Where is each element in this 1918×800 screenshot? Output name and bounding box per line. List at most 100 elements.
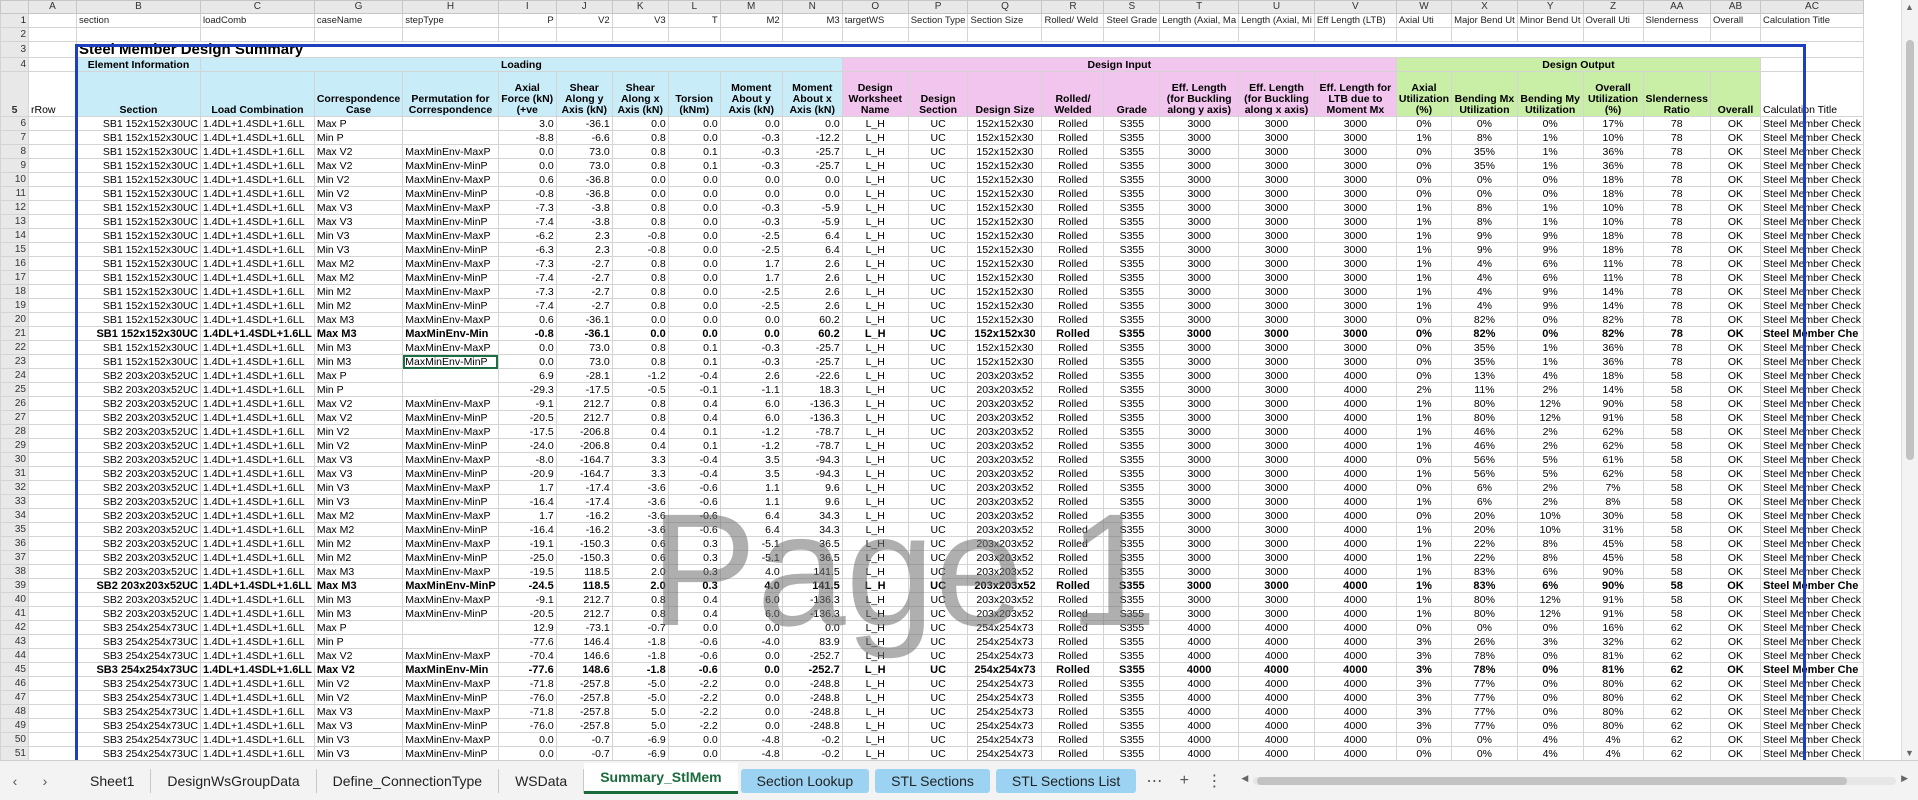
empty-cell[interactable] [28,130,77,145]
data-cell[interactable]: 62% [1582,424,1644,439]
data-cell[interactable]: 0.0 [667,172,721,187]
data-cell[interactable]: MaxMinEnv-MinP [402,214,499,229]
data-cell[interactable]: 58 [1642,606,1711,621]
data-cell[interactable]: 18.3 [781,382,843,397]
empty-cell[interactable] [28,116,77,131]
data-cell[interactable]: -0.6 [667,480,721,495]
data-cell[interactable]: UC [907,634,969,649]
data-cell[interactable]: 1.4DL+1.4SDL+1.6LL [200,130,315,145]
column-header[interactable]: J [555,0,613,14]
data-cell[interactable]: 13% [1451,368,1518,383]
data-cell[interactable]: S355 [1103,410,1161,425]
empty-cell[interactable] [402,27,499,42]
data-cell[interactable]: OK [1709,130,1761,145]
row-header[interactable]: 1 [0,13,29,28]
data-cell[interactable]: 0.0 [719,662,783,677]
data-cell[interactable]: 0% [1516,116,1584,131]
data-cell[interactable]: 3000 [1238,340,1315,355]
data-cell[interactable]: Steel Member Check [1759,550,1865,565]
data-cell[interactable]: -17.5 [555,382,613,397]
table-row[interactable]: 27 SB2 203x203x52UC 1.4DL+1.4SDL+1.6LL Max … [0,410,1865,425]
data-cell[interactable]: 0.0 [667,270,721,285]
data-cell[interactable]: 0.0 [611,326,669,341]
data-cell[interactable]: 62 [1642,732,1711,747]
data-cell[interactable]: 9% [1451,228,1518,243]
data-cell[interactable]: Steel Member Check [1759,620,1865,635]
data-cell[interactable]: -136.3 [781,606,843,621]
data-cell[interactable]: 1.4DL+1.4SDL+1.6LL [200,662,315,677]
table-row[interactable]: 9 SB1 152x152x30UC 1.4DL+1.4SDL+1.6LL Max V… [0,158,1865,173]
data-cell[interactable]: 1.4DL+1.4SDL+1.6LL [200,634,315,649]
data-cell[interactable]: UC [907,186,969,201]
data-cell[interactable]: Steel Member Check [1759,606,1865,621]
data-cell[interactable]: 4000 [1238,648,1315,663]
data-cell[interactable]: 203x203x52 [967,396,1043,411]
data-cell[interactable]: S355 [1103,508,1161,523]
data-cell[interactable]: 1.4DL+1.4SDL+1.6LL [200,200,315,215]
data-cell[interactable]: 4000 [1313,480,1397,495]
data-cell[interactable]: 1% [1516,144,1584,159]
data-cell[interactable]: -73.1 [555,620,613,635]
data-cell[interactable]: 2.0 [611,564,669,579]
data-cell[interactable]: SB2 203x203x52UC [76,536,201,551]
empty-cell[interactable] [313,27,404,42]
data-cell[interactable]: 3000 [1313,270,1397,285]
data-cell[interactable]: Min V2 [313,690,404,705]
data-cell[interactable]: SB2 203x203x52UC [76,480,201,495]
data-cell[interactable]: 4000 [1313,732,1397,747]
data-cell[interactable]: L_H [841,536,909,551]
data-cell[interactable]: Steel Member Check [1759,508,1865,523]
data-cell[interactable]: MaxMinEnv-MaxP [402,480,499,495]
row-header[interactable]: 40 [0,592,29,607]
data-cell[interactable]: SB1 152x152x30UC [76,214,201,229]
data-cell[interactable]: 0.0 [667,620,721,635]
data-cell[interactable]: Rolled [1041,396,1105,411]
data-cell[interactable]: 0.0 [667,298,721,313]
data-cell[interactable]: 1% [1395,438,1453,453]
data-cell[interactable]: -5.1 [719,536,783,551]
data-cell[interactable]: L_H [841,172,909,187]
data-cell[interactable]: MaxMinEnv-MaxP [402,228,499,243]
data-cell[interactable]: MaxMinEnv-Min [402,662,499,677]
data-cell[interactable]: MaxMinEnv-MaxP [402,592,499,607]
data-cell[interactable]: 3000 [1313,130,1397,145]
data-cell[interactable]: 8% [1516,536,1584,551]
data-cell[interactable]: -25.7 [781,354,843,369]
row-header[interactable]: 18 [0,284,29,299]
row-header[interactable]: 2 [0,27,29,42]
data-cell[interactable]: SB1 152x152x30UC [76,270,201,285]
data-cell[interactable]: 6% [1516,256,1584,271]
row-ref-header[interactable]: rRow [28,71,77,117]
data-cell[interactable]: Rolled [1041,704,1105,719]
data-cell[interactable]: 0.1 [667,340,721,355]
data-cell[interactable]: L_H [841,662,909,677]
data-cell[interactable]: 7% [1582,480,1644,495]
data-cell[interactable]: -206.8 [555,438,613,453]
data-cell[interactable]: -0.7 [555,732,613,747]
row-header[interactable]: 50 [0,732,29,747]
data-cell[interactable]: 0% [1516,676,1584,691]
data-cell[interactable]: S355 [1103,578,1161,593]
data-cell[interactable]: OK [1709,228,1761,243]
data-cell[interactable]: Steel Member Check [1759,746,1865,760]
empty-cell[interactable] [907,27,969,42]
data-cell[interactable]: -25.0 [497,550,557,565]
data-cell[interactable]: 5.0 [611,704,669,719]
data-cell[interactable]: L_H [841,144,909,159]
data-cell[interactable]: SB3 254x254x73UC [76,648,201,663]
data-cell[interactable]: MaxMinEnv-MinP [402,354,499,369]
data-cell[interactable]: UC [907,508,969,523]
data-cell[interactable]: 3000 [1238,326,1315,341]
data-cell[interactable]: 0.1 [667,438,721,453]
field-key-cell[interactable]: stepType [402,13,499,28]
column-header[interactable]: G [313,0,404,14]
data-cell[interactable]: 212.7 [555,592,613,607]
data-cell[interactable]: S355 [1103,466,1161,481]
data-cell[interactable]: 3000 [1159,130,1240,145]
data-cell[interactable]: -22.6 [781,368,843,383]
data-cell[interactable]: 3000 [1238,536,1315,551]
data-cell[interactable]: UC [907,270,969,285]
data-cell[interactable]: 0% [1395,480,1453,495]
row-header[interactable]: 48 [0,704,29,719]
data-cell[interactable]: 1.7 [719,270,783,285]
